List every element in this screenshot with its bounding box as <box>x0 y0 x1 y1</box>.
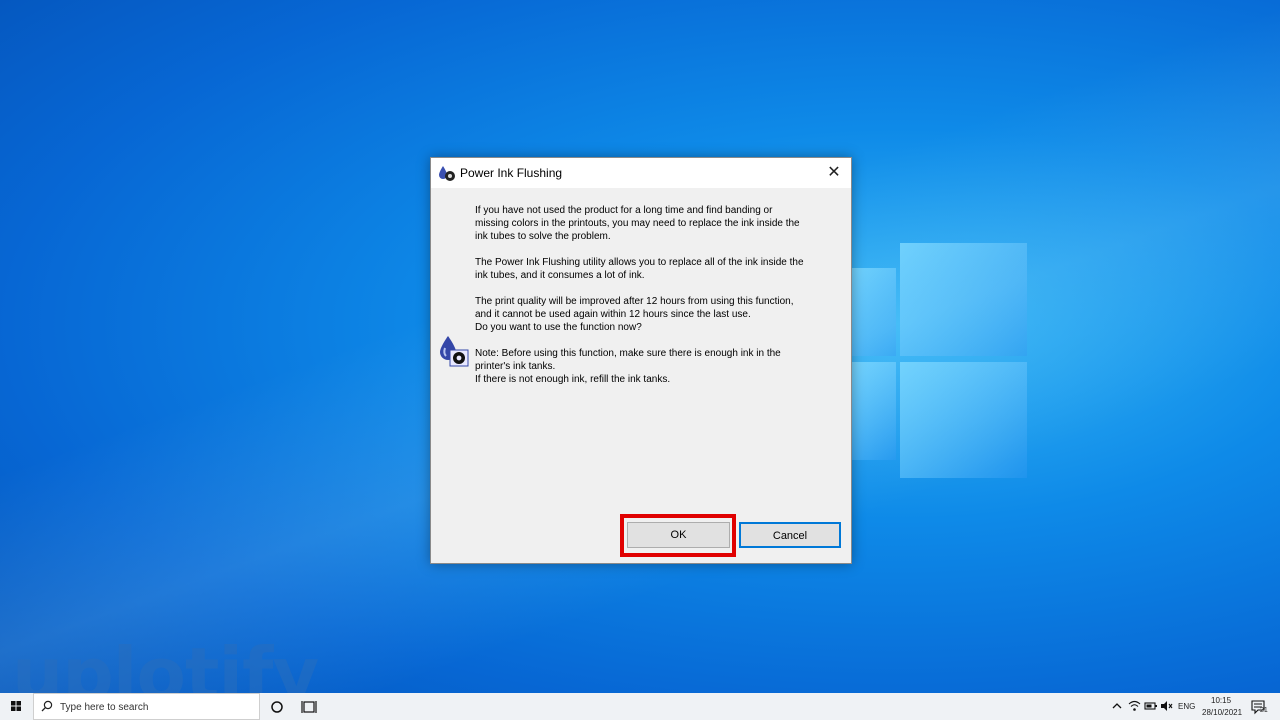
message-note: Note: Before using this function, make s… <box>475 348 781 372</box>
language-indicator[interactable]: ENG <box>1178 702 1195 711</box>
ink-flush-icon <box>440 336 469 367</box>
clock-time[interactable]: 10:15 <box>1211 696 1231 705</box>
close-button[interactable]: ✕ <box>817 158 851 188</box>
dialog-message: If you have not used the product for a l… <box>475 204 805 399</box>
windows-start-icon[interactable] <box>0 693 32 720</box>
dialog-titlebar: Power Ink Flushing ✕ <box>431 158 851 188</box>
task-view-icon[interactable] <box>301 699 317 715</box>
message-paragraph: If you have not used the product for a l… <box>475 205 800 242</box>
message-paragraph: The Power Ink Flushing utility allows yo… <box>475 257 804 281</box>
ok-button[interactable]: OK <box>627 522 730 548</box>
chevron-up-icon[interactable] <box>1112 701 1122 711</box>
message-note: If there is not enough ink, refill the i… <box>475 374 671 385</box>
cancel-button[interactable]: Cancel <box>739 522 841 548</box>
clock-date[interactable]: 28/10/2021 <box>1202 708 1242 717</box>
taskbar: Type here to search ENG 10:15 28/10/2021… <box>0 693 1280 720</box>
message-paragraph: The print quality will be improved after… <box>475 296 794 320</box>
search-placeholder: Type here to search <box>60 702 149 713</box>
taskbar-search-box[interactable]: Type here to search <box>33 693 260 720</box>
battery-icon[interactable] <box>1144 700 1158 712</box>
message-question: Do you want to use the function now? <box>475 322 642 333</box>
printer-ink-icon <box>439 166 455 181</box>
volume-muted-icon[interactable] <box>1160 700 1173 712</box>
dialog-title: Power Ink Flushing <box>460 166 563 180</box>
notification-count-badge: 21 <box>1260 707 1268 714</box>
power-ink-flushing-dialog: Power Ink Flushing ✕ If you have not use… <box>430 157 852 564</box>
cortana-icon[interactable] <box>269 699 285 715</box>
wifi-icon[interactable] <box>1128 700 1141 712</box>
search-icon <box>41 700 53 712</box>
